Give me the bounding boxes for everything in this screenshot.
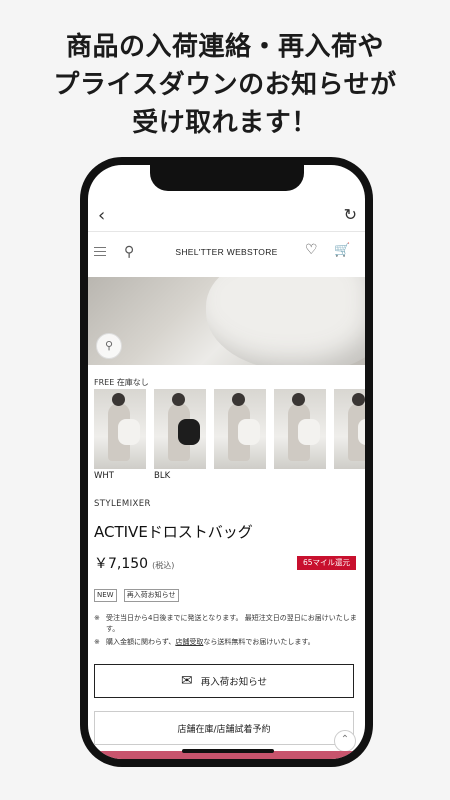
mile-badge: 65マイル還元 [296, 556, 356, 570]
price-row: ￥7,150 (税込) 65マイル還元 [94, 553, 356, 573]
home-indicator [182, 749, 274, 753]
phone-frame: ‹ ↻ ⚲ SHEL'TTER WEBSTORE ♡ 🛒 ⚲ FREE 在庫なし… [80, 157, 373, 767]
mail-icon: ✉ [180, 673, 193, 689]
scroll-top-icon[interactable]: ⌃ [334, 730, 356, 752]
color-label: BLK [154, 471, 171, 481]
store-stock-label: 店舗在庫/店舗試着予約 [177, 724, 271, 735]
note-free-shipping: ※ 購入金額に関わらず、店舗受取なら送料無料でお届けいたします。 [94, 637, 358, 648]
heart-icon[interactable]: ♡ [305, 242, 318, 258]
price: ￥7,150 [94, 556, 149, 572]
store-pickup-link[interactable]: 店舗受取 [175, 638, 203, 646]
color-thumb-3[interactable] [214, 389, 266, 482]
restock-notify-label: 再入荷お知らせ [200, 677, 268, 688]
note-text: 受注当日から4日後までに発送となります。 最短注文日の翌日にお届けいたします。 [106, 614, 357, 633]
note-text-before: 購入金額に関わらず、 [106, 638, 176, 646]
hero-bag-shape [206, 277, 365, 365]
note-shipping: ※ 受注当日から4日後までに発送となります。 最短注文日の翌日にお届けいたします… [94, 613, 358, 635]
headline-line-1: 商品の入荷連絡・再入荷や [65, 32, 384, 62]
reload-icon[interactable]: ↻ [344, 206, 357, 224]
color-label [274, 471, 326, 482]
store-stock-button[interactable]: 店舗在庫/店舗試着予約 [94, 711, 354, 745]
color-label: WHT [94, 471, 114, 481]
shipping-notes: ※ 受注当日から4日後までに発送となります。 最短注文日の翌日にお届けいたします… [94, 613, 358, 650]
thumb-image [94, 389, 146, 469]
product-hero-image [88, 277, 365, 365]
brand-name[interactable]: STYLEMIXER [94, 499, 151, 509]
color-thumb-blk[interactable]: BLK [154, 389, 206, 482]
color-thumb-5[interactable] [334, 389, 365, 482]
note-text-after: なら送料無料でお届けいたします。 [203, 638, 315, 646]
note-mark: ※ [94, 638, 100, 646]
stock-status: FREE 在庫なし [94, 378, 149, 387]
color-label [334, 471, 365, 482]
color-thumb-wht[interactable]: WHT [94, 389, 146, 482]
chevron-left-icon[interactable]: ‹ [98, 207, 105, 225]
headline-line-2: プライスダウンのお知らせが [53, 70, 397, 100]
color-label [214, 471, 266, 482]
thumb-image [274, 389, 326, 469]
note-mark: ※ [94, 614, 100, 622]
restock-notify-button[interactable]: ✉ 再入荷お知らせ [94, 664, 354, 698]
thumb-image [154, 389, 206, 469]
store-header: ⚲ SHEL'TTER WEBSTORE ♡ 🛒 [88, 235, 365, 275]
phone-screen: ‹ ↻ ⚲ SHEL'TTER WEBSTORE ♡ 🛒 ⚲ FREE 在庫なし… [88, 165, 365, 759]
thumb-image [334, 389, 365, 469]
thumb-image [214, 389, 266, 469]
tag-restock: 再入荷お知らせ [123, 589, 179, 602]
tag-new: NEW [94, 589, 117, 602]
color-thumbnails: WHT BLK [94, 389, 365, 489]
app-top-bar: ‹ ↻ [88, 201, 365, 232]
cart-icon[interactable]: 🛒 [334, 243, 350, 258]
image-zoom-icon[interactable]: ⚲ [96, 333, 122, 359]
promo-headline: 商品の入荷連絡・再入荷や プライスダウンのお知らせが 受け取れます！ [0, 28, 450, 142]
product-tags: NEW 再入荷お知らせ [94, 589, 181, 603]
product-title: ACTIVEドロストバッグ [94, 523, 253, 541]
color-thumb-4[interactable] [274, 389, 326, 482]
tax-note: (税込) [152, 561, 175, 570]
phone-notch [150, 165, 304, 191]
store-logo[interactable]: SHEL'TTER WEBSTORE [88, 247, 365, 257]
headline-line-3: 受け取れます！ [132, 108, 318, 138]
